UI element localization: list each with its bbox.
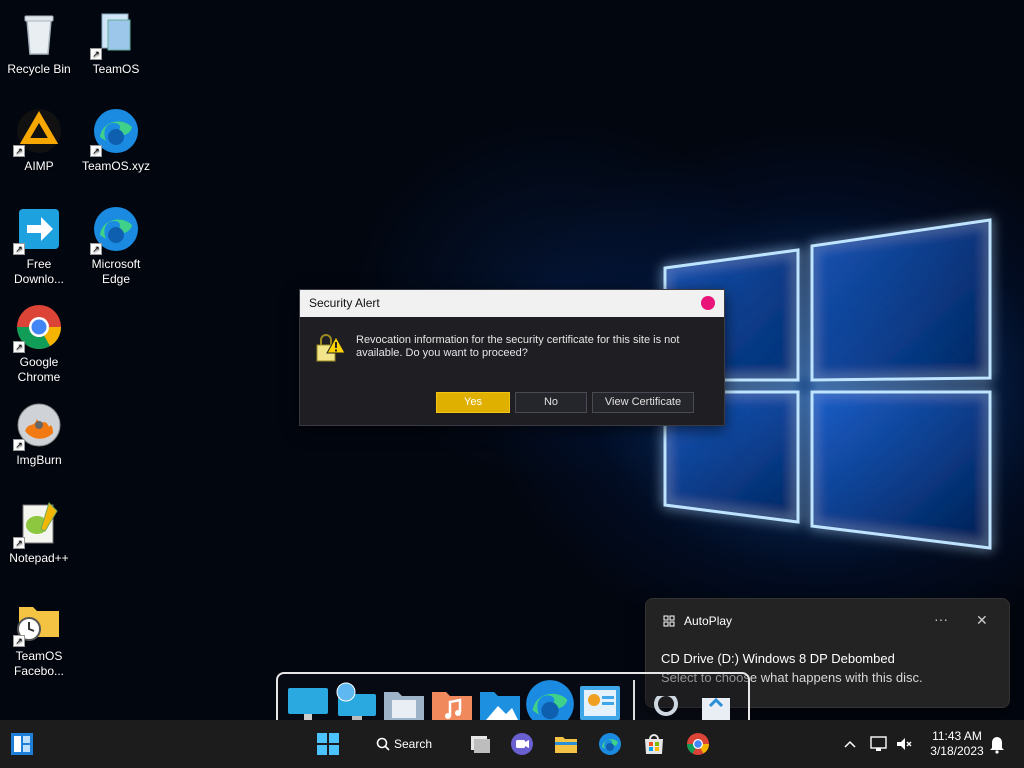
recycle-bin-icon [24, 15, 54, 55]
desktop-icon-microsoft-edge[interactable]: ↗ Microsoft Edge [78, 205, 154, 287]
desktop-icon-imgburn[interactable]: ↗ ImgBurn [1, 401, 77, 468]
edge-taskbar-icon[interactable] [598, 732, 622, 756]
desktop-icon-recycle-bin[interactable]: Recycle Bin [1, 10, 77, 77]
desktop-icon-notepadpp[interactable]: ↗ Notepad++ [1, 499, 77, 566]
desktop-icon-label: Google Chrome [17, 355, 61, 384]
desktop-icon-teamos[interactable]: ↗ TeamOS [78, 10, 154, 77]
desktop-icon-label: AIMP [24, 159, 54, 173]
desktop-icon-teamos-xyz[interactable]: ↗ TeamOS.xyz [78, 107, 154, 174]
no-button[interactable]: No [515, 392, 587, 413]
network-status-icon[interactable] [870, 732, 888, 756]
desktop-icon-label: TeamOS Facebo... [13, 649, 65, 678]
volume-muted-icon[interactable] [895, 732, 913, 756]
taskbar: Search 11:43 AM 3/18/2023 [0, 720, 1024, 768]
desktop-icon-label: ImgBurn [16, 453, 62, 467]
dialog-title: Security Alert [309, 296, 380, 310]
desktop-icon-google-chrome[interactable]: ↗ Google Chrome [1, 303, 77, 385]
desktop-icon-free-download-manager[interactable]: ↗ Free Downlo... [1, 205, 77, 287]
dialog-titlebar[interactable]: Security Alert [300, 290, 724, 317]
desktop-icon-label: Recycle Bin [7, 62, 71, 76]
notification-center-icon[interactable] [988, 732, 1006, 756]
view-certificate-button[interactable]: View Certificate [592, 392, 694, 413]
warning-lock-icon [316, 334, 346, 362]
desktop-icon-teamos-facebook[interactable]: ↗ TeamOS Facebo... [1, 597, 77, 679]
desktop-icon-label: Microsoft Edge [91, 257, 141, 286]
start-icon[interactable] [316, 732, 340, 756]
close-icon[interactable] [701, 296, 715, 310]
search-label: Search [394, 737, 433, 751]
dialog-message: Revocation information for the security … [356, 334, 680, 359]
clock-date: 3/18/2023 [930, 744, 984, 758]
more-options-icon[interactable]: ··· [934, 611, 948, 627]
yes-button[interactable]: Yes [436, 392, 510, 413]
clock[interactable]: 11:43 AM 3/18/2023 [918, 729, 996, 759]
notification-heading: CD Drive (D:) Windows 8 DP Debombed [661, 651, 895, 666]
desktop-icon-aimp[interactable]: ↗ AIMP [1, 107, 77, 174]
desktop-icon-label: TeamOS [92, 62, 140, 76]
notification-app-name: AutoPlay [684, 614, 733, 628]
desktop-icon-label: TeamOS.xyz [81, 159, 150, 173]
task-view-icon[interactable] [468, 732, 492, 756]
clock-time: 11:43 AM [932, 729, 982, 743]
security-alert-dialog: Security Alert Revocation information fo… [299, 289, 725, 426]
teams-chat-icon[interactable] [510, 732, 534, 756]
chrome-taskbar-icon[interactable] [686, 732, 710, 756]
desktop-icon-label: Notepad++ [9, 551, 69, 565]
microsoft-store-icon[interactable] [642, 732, 666, 756]
close-notification-icon[interactable]: ✕ [976, 612, 988, 629]
file-explorer-icon[interactable] [554, 732, 578, 756]
desktop-icon-label: Free Downlo... [13, 257, 65, 286]
widgets-icon[interactable] [10, 732, 34, 756]
search-icon [376, 737, 390, 751]
autoplay-icon [663, 615, 675, 627]
chevron-up-icon[interactable] [842, 732, 858, 756]
taskbar-search[interactable]: Search [372, 733, 432, 755]
